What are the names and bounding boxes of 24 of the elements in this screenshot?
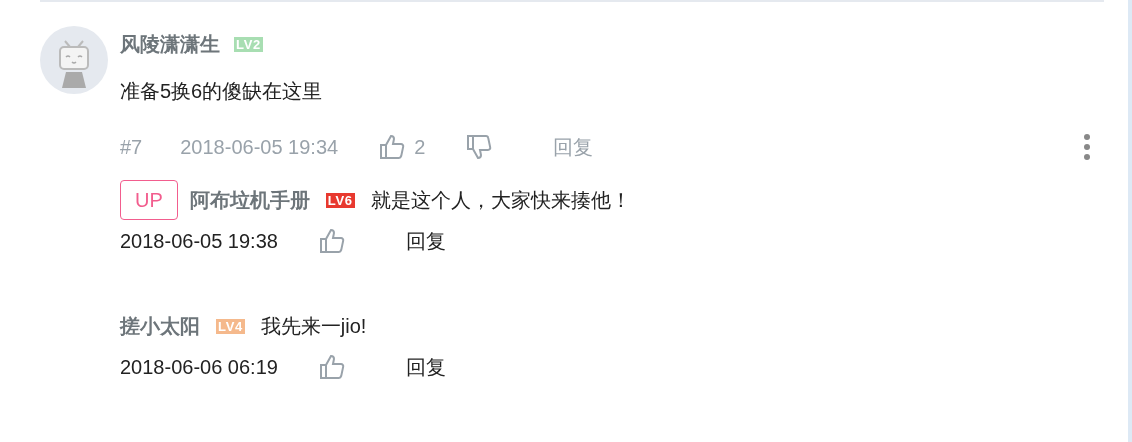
reply-time: 2018-06-06 06:19 bbox=[120, 355, 278, 380]
thumbs-up-icon[interactable] bbox=[317, 227, 346, 255]
thumbs-down-icon[interactable] bbox=[465, 133, 494, 161]
floor-number: #7 bbox=[120, 135, 143, 160]
reply-time: 2018-06-05 19:38 bbox=[120, 229, 278, 254]
username[interactable]: 搓小太阳 bbox=[120, 311, 200, 341]
level-badge: LV4 bbox=[216, 318, 245, 334]
more-icon[interactable] bbox=[1084, 134, 1090, 160]
reply-text: 就是这个人，大家快来揍他！ bbox=[370, 188, 631, 213]
avatar-icon bbox=[40, 26, 108, 94]
like-count: 2 bbox=[414, 135, 426, 160]
thumbs-up-icon[interactable] bbox=[378, 133, 407, 161]
reply-link[interactable]: 回复 bbox=[405, 352, 446, 382]
level-badge: LV6 bbox=[325, 192, 355, 208]
comment-text: 准备5换6的傻缺在这里 bbox=[120, 79, 324, 104]
username[interactable]: 阿布垃机手册 bbox=[189, 185, 310, 215]
comment-time: 2018-06-05 19:34 bbox=[180, 135, 339, 160]
up-badge: UP bbox=[120, 180, 178, 220]
thumbs-up-icon[interactable] bbox=[317, 353, 346, 381]
level-badge: LV2 bbox=[234, 36, 263, 52]
username[interactable]: 风陵潇潇生 bbox=[120, 29, 220, 59]
reply-link[interactable]: 回复 bbox=[553, 132, 594, 162]
reply-text: 我先来一jio! bbox=[260, 314, 367, 339]
reply-link[interactable]: 回复 bbox=[405, 226, 446, 256]
